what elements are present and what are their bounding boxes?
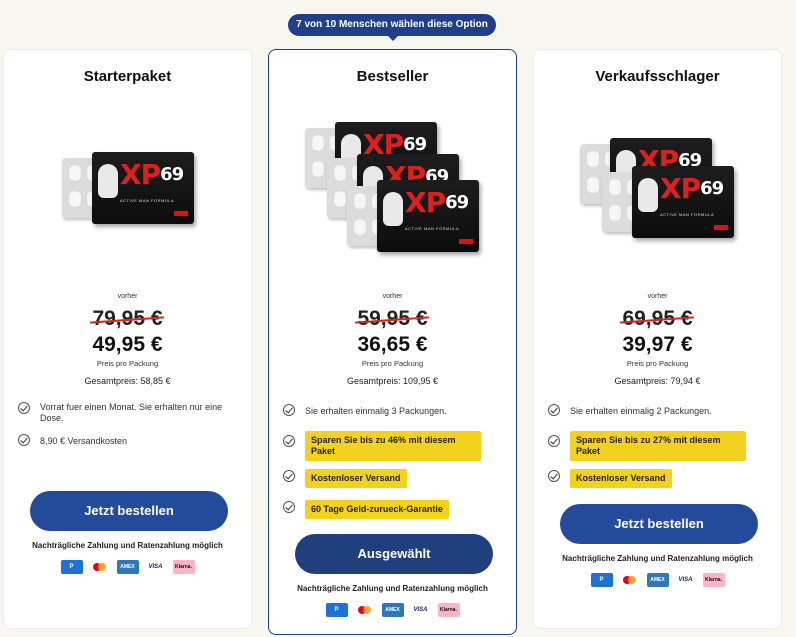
amex-icon: AMEX [381, 602, 404, 617]
check-circle-icon [548, 470, 560, 482]
klarna-icon: Klarna. [437, 602, 460, 617]
product-box: XP69 ACTIVE MAN FORMULA [377, 180, 479, 252]
product-image: XP69 XP69 XP69 ACTIVE MAN FORMULA [305, 120, 485, 252]
check-circle-icon [283, 404, 295, 416]
product-box: XP69 ACTIVE MAN FORMULA [632, 166, 734, 238]
product-image: XP69 XP69 ACTIVE MAN FORMULA [580, 136, 750, 238]
payment-methods: P AMEX VISA Klarna. [269, 601, 516, 619]
check-circle-icon [283, 470, 295, 482]
new-price: 39,97 € [622, 333, 693, 356]
paypal-icon: P [590, 572, 613, 587]
klarna-icon: Klarna. [172, 559, 195, 574]
payment-note: Nachträgliche Zahlung und Ratenzahlung m… [297, 584, 488, 593]
offer-title: Bestseller [356, 68, 429, 85]
offer-card-verkaufsschlager: Verkaufsschlager XP69 XP69 ACTIVE MAN FO… [533, 49, 782, 629]
mastercard-icon [353, 602, 376, 617]
offer-card-bestseller: Bestseller XP69 XP69 XP69 ACTIVE MAN FOR… [268, 49, 517, 635]
total-price: Gesamtpreis: 58,85 € [84, 376, 171, 386]
check-circle-icon [18, 402, 30, 414]
price-per-pack-label: Preis pro Packung [96, 359, 159, 368]
most-popular-ribbon: 7 von 10 Menschen wählen diese Option [288, 14, 496, 36]
check-circle-icon [18, 434, 30, 446]
check-circle-icon [283, 501, 295, 513]
old-price: 79,95 € [92, 307, 163, 330]
logo-face-icon [638, 178, 658, 212]
check-circle-icon [548, 404, 560, 416]
mastercard-icon [618, 572, 641, 587]
price-per-pack-label: Preis pro Packung [626, 359, 689, 368]
payment-methods: P AMEX VISA Klarna. [534, 571, 781, 589]
visa-icon: VISA [409, 602, 432, 617]
visa-icon: VISA [674, 572, 697, 587]
price-per-pack-label: Preis pro Packung [361, 359, 424, 368]
previous-label: vorher [382, 293, 403, 300]
previous-label: vorher [647, 293, 668, 300]
payment-methods: P AMEX VISA Klarna. [4, 558, 251, 576]
visa-icon: VISA [144, 559, 167, 574]
mastercard-icon [88, 559, 111, 574]
paypal-icon: P [60, 559, 83, 574]
new-price: 36,65 € [357, 333, 428, 356]
offer-title: Verkaufsschlager [595, 68, 720, 85]
total-price: Gesamtpreis: 79,94 € [614, 376, 701, 386]
ribbon-arrow-icon [388, 36, 398, 41]
amex-icon: AMEX [116, 559, 139, 574]
check-circle-icon [548, 435, 560, 447]
selected-button[interactable]: Ausgewählt [295, 534, 493, 574]
klarna-icon: Klarna. [702, 572, 725, 587]
order-button[interactable]: Jetzt bestellen [30, 491, 228, 531]
offer-card-starterpaket: Starterpaket XP69 ACTIVE MAN FORMULA vor… [3, 49, 252, 629]
check-circle-icon [283, 435, 295, 447]
old-price: 59,95 € [357, 307, 428, 330]
old-price: 69,95 € [622, 307, 693, 330]
amex-icon: AMEX [646, 572, 669, 587]
paypal-icon: P [325, 602, 348, 617]
new-price: 49,95 € [92, 333, 163, 356]
product-box: XP69 ACTIVE MAN FORMULA [92, 152, 194, 224]
order-button[interactable]: Jetzt bestellen [560, 504, 758, 544]
product-image: XP69 ACTIVE MAN FORMULA [62, 150, 202, 230]
logo-face-icon [383, 192, 403, 226]
previous-label: vorher [117, 293, 138, 300]
offer-title: Starterpaket [83, 68, 172, 85]
total-price: Gesamtpreis: 109,95 € [346, 376, 439, 386]
payment-note: Nachträgliche Zahlung und Ratenzahlung m… [562, 554, 753, 563]
payment-note: Nachträgliche Zahlung und Ratenzahlung m… [32, 541, 223, 550]
logo-face-icon [98, 164, 118, 198]
